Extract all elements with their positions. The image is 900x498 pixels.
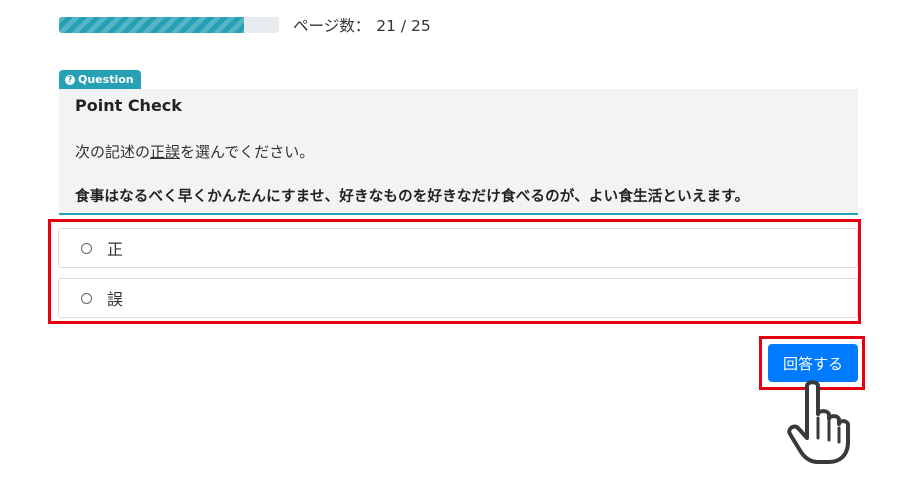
question-instruction: 次の記述の正誤を選んでください。 <box>75 141 314 162</box>
option-false-label: 誤 <box>107 290 124 309</box>
radio-false[interactable] <box>81 292 92 304</box>
instruction-text-after: を選んでください。 <box>180 143 315 161</box>
page-count: ページ数： 21 / 25 <box>293 14 431 36</box>
question-box: Point Check 次の記述の正誤を選んでください。 食事はなるべく早くかん… <box>59 89 858 215</box>
page-count-value: 21 / 25 <box>376 17 431 35</box>
progress-bar-fill <box>59 17 244 33</box>
question-tag-label: Question <box>78 73 134 86</box>
instruction-underlined-text: 正誤 <box>150 143 181 161</box>
hand-pointer-icon <box>787 380 850 464</box>
question-title: Point Check <box>75 96 182 115</box>
question-circle-icon: ? <box>65 74 75 85</box>
question-statement: 食事はなるべく早くかんたんにすませ、好きなものを好きなだけ食べるのが、よい食生活… <box>75 189 750 205</box>
option-false[interactable]: 誤 <box>58 278 858 318</box>
submit-answer-button[interactable]: 回答する <box>768 344 858 382</box>
instruction-text-before: 次の記述の <box>75 143 151 161</box>
option-true[interactable]: 正 <box>58 228 858 268</box>
page-count-label: ページ数： <box>293 17 371 35</box>
option-true-label: 正 <box>107 240 124 259</box>
progress-bar <box>59 17 279 33</box>
question-tag: ? Question <box>59 70 141 89</box>
radio-true[interactable] <box>81 242 92 254</box>
